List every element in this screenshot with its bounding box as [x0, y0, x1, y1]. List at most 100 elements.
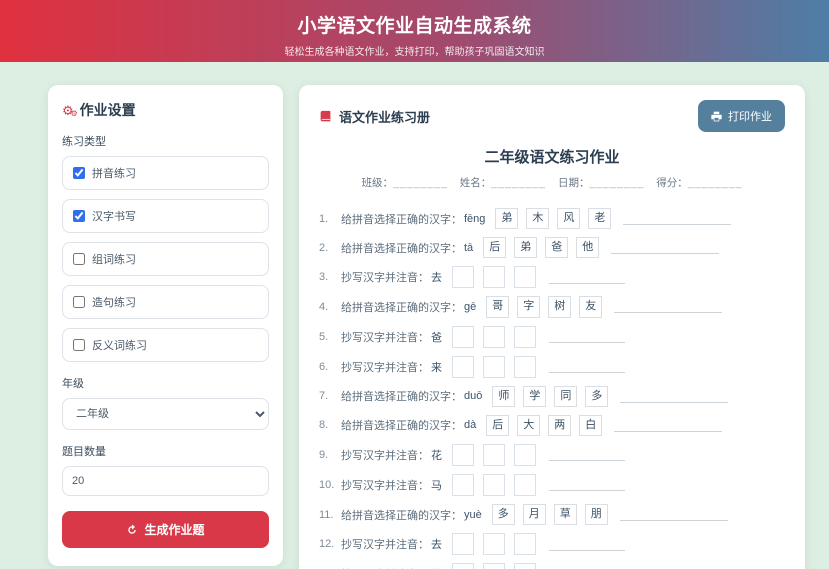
- exercise-type-checkbox[interactable]: [73, 296, 85, 308]
- question-prompt: 给拼音选择正确的汉字：: [341, 391, 462, 404]
- answer-blank: [623, 212, 732, 226]
- question-row: 1. 给拼音选择正确的汉字： fēng 弟木风老: [319, 208, 785, 230]
- write-box: [483, 266, 505, 289]
- question-boxes: 弟木风老: [495, 208, 619, 230]
- write-box: [483, 325, 505, 348]
- question-key: 花: [431, 449, 442, 462]
- settings-title-text: 作业设置: [79, 102, 136, 118]
- worksheet-meta-label: 姓名：: [459, 177, 492, 189]
- question-boxes: 后弟爸他: [483, 237, 607, 259]
- app-header: 小学语文作业自动生成系统 轻松生成各种语文作业，支持打印，帮助孩子巩固语文知识: [0, 0, 829, 62]
- answer-blank: [619, 508, 728, 522]
- answer-blank: [549, 271, 625, 284]
- answer-blank: [549, 330, 625, 344]
- option-box: 爸: [545, 237, 569, 259]
- generate-button[interactable]: 生成作业题: [62, 511, 269, 548]
- exercise-type-list: 拼音练习 汉字书写 组词练习 造句练习 反义词练习: [62, 156, 269, 362]
- write-box: [483, 443, 505, 466]
- question-number: 3.: [319, 271, 329, 284]
- option-box: 多: [491, 503, 515, 526]
- exercise-type-checkbox[interactable]: [73, 339, 85, 351]
- question-boxes: [452, 443, 545, 466]
- question-row: 6. 抄写汉字并注音： 来: [319, 355, 785, 378]
- question-key: 去: [431, 272, 442, 285]
- question-boxes: 后大两白: [486, 414, 610, 436]
- question-boxes: 师学同多: [492, 385, 616, 407]
- option-box: 弟: [495, 208, 519, 230]
- write-box: [514, 325, 536, 348]
- question-number: 9.: [319, 448, 329, 461]
- question-row: 2. 给拼音选择正确的汉字： tā 后弟爸他: [319, 237, 785, 259]
- option-box: 老: [588, 208, 612, 230]
- option-box: 月: [522, 503, 546, 526]
- option-box: 木: [526, 208, 550, 230]
- book-icon: [320, 110, 331, 121]
- exercise-type-option[interactable]: 造句练习: [62, 285, 269, 319]
- question-row: 11. 给拼音选择正确的汉字： yuè 多月草朋: [319, 503, 785, 526]
- question-prompt: 给拼音选择正确的汉字：: [341, 242, 462, 255]
- question-prompt: 给拼音选择正确的汉字：: [341, 509, 462, 522]
- question-count-input[interactable]: [62, 466, 269, 496]
- question-row: 5. 抄写汉字并注音： 爸: [319, 325, 785, 348]
- question-row: 10. 抄写汉字并注音： 马: [319, 473, 785, 496]
- write-box: [452, 563, 474, 569]
- question-number: 8.: [319, 419, 329, 432]
- question-key: 爸: [431, 331, 442, 344]
- exercise-type-checkbox[interactable]: [73, 167, 85, 179]
- answer-blank: [611, 241, 720, 255]
- option-box: 学: [523, 385, 547, 407]
- worksheet-meta-label: 日期：: [558, 177, 590, 189]
- write-box: [514, 443, 536, 466]
- exercise-type-option[interactable]: 反义词练习: [62, 328, 269, 362]
- option-box: 师: [492, 385, 516, 407]
- exercise-type-section-label: 练习类型: [62, 136, 106, 148]
- exercise-type-option[interactable]: 汉字书写: [62, 199, 269, 233]
- question-boxes: [452, 473, 545, 496]
- exercise-type-checkbox[interactable]: [73, 210, 85, 222]
- write-box: [483, 473, 505, 496]
- question-prompt: 抄写汉字并注音：: [341, 479, 429, 492]
- cogs-icon: ⚙ ⚙: [62, 102, 78, 118]
- exercise-type-label: 造句练习: [92, 297, 136, 309]
- question-row: 7. 给拼音选择正确的汉字： duō 师学同多: [319, 385, 785, 407]
- settings-panel: ⚙ ⚙ 作业设置 练习类型 拼音练习 汉字书写 组词练习 造句练习 反义词练习 年…: [48, 85, 283, 566]
- worksheet-meta-blank: ________: [589, 177, 645, 189]
- option-box: 朋: [584, 503, 608, 526]
- write-box: [452, 266, 474, 289]
- question-number: 7.: [319, 390, 329, 403]
- content-area: ⚙ ⚙ 作业设置 练习类型 拼音练习 汉字书写 组词练习 造句练习 反义词练习 年…: [0, 62, 829, 569]
- answer-blank: [620, 390, 729, 403]
- worksheet-meta: 班级：________ 姓名：________ 日期：________ 得分：_…: [319, 175, 785, 190]
- question-key: tā: [464, 241, 474, 254]
- worksheet-panel-title: 语文作业练习册: [319, 107, 430, 126]
- question-number: 5.: [319, 330, 329, 343]
- option-box: 后: [486, 414, 510, 436]
- worksheet-title: 二年级语文练习作业: [484, 149, 620, 166]
- grade-select[interactable]: 二年级: [62, 398, 269, 430]
- exercise-type-checkbox[interactable]: [73, 253, 85, 265]
- question-key: gē: [464, 300, 477, 313]
- refresh-icon: [128, 523, 137, 534]
- generate-button-label: 生成作业题: [144, 523, 205, 537]
- question-key: duō: [464, 390, 483, 403]
- exercise-type-option[interactable]: 组词练习: [62, 242, 269, 276]
- option-box: 风: [557, 208, 581, 230]
- question-prompt: 抄写汉字并注音：: [341, 272, 429, 285]
- write-box: [483, 355, 505, 378]
- question-key: 马: [431, 479, 442, 492]
- print-button[interactable]: 打印作业: [698, 100, 785, 132]
- question-key: fēng: [464, 212, 486, 225]
- exercise-type-option[interactable]: 拼音练习: [62, 156, 269, 190]
- question-row: 12. 抄写汉字并注音： 去: [319, 533, 785, 556]
- question-count-label: 题目数量: [62, 446, 106, 458]
- write-box: [514, 266, 536, 289]
- question-number: 1.: [319, 212, 329, 225]
- worksheet-meta-field: 姓名：________: [460, 175, 546, 190]
- question-row: 9. 抄写汉字并注音： 花: [319, 443, 785, 466]
- exercise-type-label: 拼音练习: [92, 168, 136, 180]
- option-box: 两: [548, 414, 572, 436]
- answer-blank: [614, 419, 723, 432]
- write-box: [514, 355, 536, 378]
- question-key: yuè: [464, 508, 482, 521]
- worksheet-meta-blank: ________: [491, 177, 546, 189]
